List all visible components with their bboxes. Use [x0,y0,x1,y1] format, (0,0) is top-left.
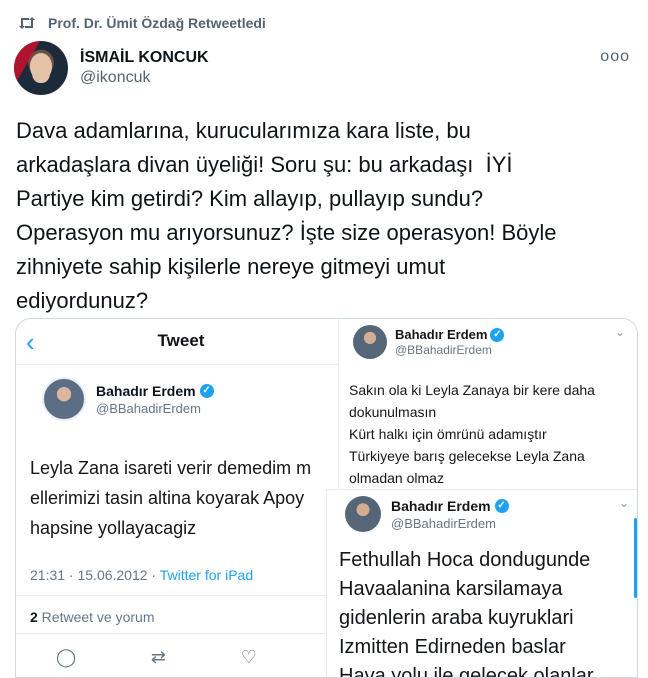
embedded-retweet-count: 2 Retweet ve yorum [30,609,155,625]
reply-icon: ◯ [56,647,77,667]
embedded-line: Hava yolu ile gelecek olanlar [339,665,594,678]
retweet-count-number: 2 [30,609,38,625]
retweeted-by-label: Prof. Dr. Ümit Özdağ Retweetledi [48,15,266,31]
author-name[interactable]: İSMAİL KONCUK [80,48,209,68]
embedded-time: 21:31 · 15.06.2012 · [30,567,160,583]
embedded-line: dokunulmasın [349,404,437,420]
embedded-line: ellerimizi tasin altina koyarak Apoy [30,488,305,508]
nav-bar: ‹ Tweet [16,319,346,365]
embedded-tweet-text: Leyla Zana isareti verir demedim m eller… [30,453,360,543]
embedded-line: gidenlerin araba kuyruklari [339,607,574,629]
avatar[interactable] [14,41,68,95]
embedded-tweet-text: Sakın ola ki Leyla Zanaya bir kere daha … [349,379,637,489]
embedded-author-handle: @BBahadirErdem [391,515,496,531]
divider [16,595,346,596]
verified-icon: ✓ [199,383,214,398]
embedded-avatar [42,377,86,421]
embedded-timestamp: 21:31 · 15.06.2012 · Twitter for iPad [30,567,253,583]
embedded-line: Izmitten Edirneden baslar [339,636,566,658]
embedded-line: Kürt halkı için ömrünü adamıştır [349,426,547,442]
embedded-line: olmadan olmaz [349,470,444,486]
nav-title: Tweet [157,331,205,350]
screenshot-right-top[interactable]: Bahadır Erdem ✓ @BBahadirErdem ⌄ Sakın o… [338,319,637,499]
screenshot-right-bottom[interactable]: Bahadır Erdem ✓ @BBahadirErdem ⌄ Fethull… [326,489,637,678]
embedded-avatar [345,496,381,532]
tweet-text: Dava adamlarına, kurucularımıza kara lis… [16,118,557,313]
embedded-author-handle: @BBahadirErdem [96,400,201,416]
more-options-icon[interactable]: ooo [600,48,630,66]
embedded-author-name: Bahadır Erdem [391,497,491,514]
embedded-line: hapsine yollayacagiz [30,518,197,538]
retweet-icon: ⇄ [150,647,166,667]
tweet-author[interactable]: İSMAİL KONCUK @ikoncuk ooo [14,40,634,96]
retweeted-by[interactable]: Prof. Dr. Ümit Özdağ Retweetledi [16,12,266,34]
retweet-count-label: Retweet ve yorum [37,609,155,625]
embedded-source: Twitter for iPad [159,567,254,583]
embedded-author-name: Bahadır Erdem [96,382,196,399]
embedded-line: Fethullah Hoca dondugunde [339,549,591,571]
chevron-down-icon: ⌄ [618,496,629,510]
verified-icon: ✓ [494,498,509,513]
verified-icon: ✓ [490,327,505,342]
screenshot-left[interactable]: ‹ Tweet Bahadır Erdem ✓ @BBahadirErdem L… [16,319,346,677]
embedded-line: Havaalanina karsilamaya [339,578,563,600]
embedded-avatar [353,325,387,359]
author-handle[interactable]: @ikoncuk [80,68,209,88]
embedded-author: Bahadır Erdem ✓ @BBahadirErdem [42,377,214,421]
like-icon: ♡ [240,647,257,667]
tweet-media[interactable]: ‹ Tweet Bahadır Erdem ✓ @BBahadirErdem L… [15,318,638,678]
embedded-line: Leyla Zana isareti verir demedim m [30,458,312,478]
embedded-author: Bahadır Erdem ✓ @BBahadirErdem [353,325,505,359]
embedded-author: Bahadır Erdem ✓ @BBahadirErdem [345,496,509,532]
embedded-actions: ◯ ⇄ ♡ ⎘ [56,647,346,668]
divider [16,633,346,634]
embedded-line: Türkiyeye barış gelecekse Leyla Zana [349,448,585,464]
embedded-tweet-text: Fethullah Hoca dondugunde Havaalanina ka… [339,546,637,678]
retweet-icon [16,14,38,32]
embedded-author-name: Bahadır Erdem [395,327,488,342]
embedded-line: Sakın ola ki Leyla Zanaya bir kere daha [349,382,595,398]
chevron-down-icon: ⌄ [614,325,625,339]
embedded-author-handle: @BBahadirErdem [395,343,492,357]
